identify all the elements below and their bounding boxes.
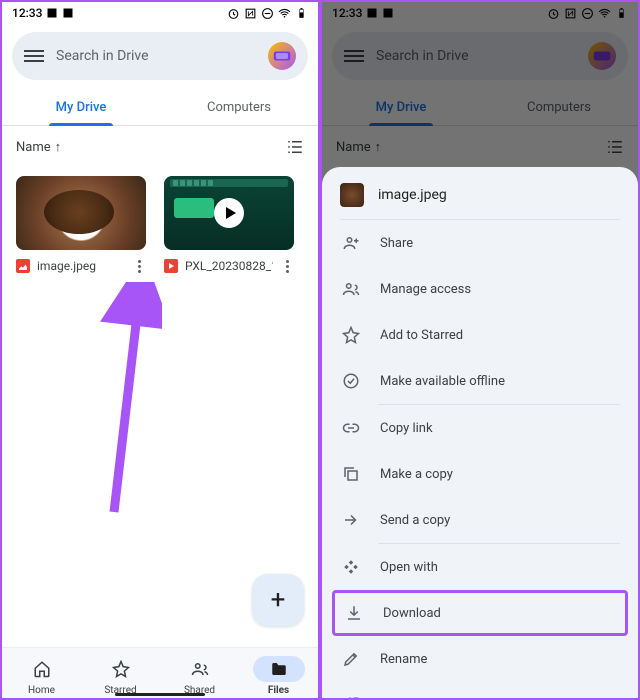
gesture-bar <box>115 693 205 696</box>
bottom-nav: Home Starred Shared Files <box>2 647 318 698</box>
nav-home[interactable]: Home <box>2 656 81 696</box>
screenshot-pair: 12:33 Search in Drive My Drive Computers <box>0 0 640 700</box>
search-bar[interactable]: Search in Drive <box>12 32 308 80</box>
annotation-arrow <box>92 282 162 522</box>
sheet-send-copy[interactable]: Send a copy <box>322 497 638 543</box>
menu-icon[interactable] <box>344 50 364 62</box>
sheet-manage-access[interactable]: Manage access <box>322 266 638 312</box>
video-file-icon <box>164 259 178 273</box>
download-icon <box>345 604 363 622</box>
folder-icon <box>270 660 288 678</box>
tab-computers[interactable]: Computers <box>480 88 638 125</box>
battery-icon <box>615 7 628 20</box>
sort-toggle[interactable]: Name ↑ <box>336 139 381 155</box>
file-item[interactable]: PXL_20230828_1321580… <box>164 176 294 273</box>
files-grid: image.jpeg PXL_20230828_1321580… <box>2 168 318 281</box>
sheet-add-starred[interactable]: Add to Starred <box>322 312 638 358</box>
wifi-icon <box>598 7 611 20</box>
status-time: 12:33 <box>332 6 362 20</box>
phone-left: 12:33 Search in Drive My Drive Computers <box>2 2 318 698</box>
people-icon <box>342 280 360 298</box>
sheet-copy-link[interactable]: Copy link <box>322 405 638 451</box>
nav-starred[interactable]: Starred <box>81 656 160 696</box>
list-header: Name ↑ <box>2 126 318 168</box>
image-file-icon <box>16 259 30 273</box>
copy-icon <box>342 465 360 483</box>
sort-arrow-icon: ↑ <box>375 139 382 155</box>
pencil-icon <box>342 650 360 668</box>
sheet-make-copy[interactable]: Make a copy <box>322 451 638 497</box>
wifi-icon <box>278 7 291 20</box>
search-placeholder: Search in Drive <box>376 48 576 64</box>
sort-arrow-icon: ↑ <box>55 139 62 155</box>
tab-my-drive[interactable]: My Drive <box>322 88 480 125</box>
file-name: image.jpeg <box>37 259 125 273</box>
dnd-icon <box>261 7 274 20</box>
nav-shared[interactable]: Shared <box>160 656 239 696</box>
sheet-title: image.jpeg <box>378 187 447 203</box>
star-icon <box>342 326 360 344</box>
nfc-icon <box>244 7 257 20</box>
more-options-icon[interactable] <box>132 260 146 273</box>
sort-label: Name <box>336 140 371 155</box>
offline-icon <box>342 372 360 390</box>
shortcut-icon <box>342 696 360 698</box>
play-icon <box>214 198 244 228</box>
fab-new[interactable]: + <box>252 574 304 626</box>
nav-files[interactable]: Files <box>239 656 318 696</box>
battery-icon <box>295 7 308 20</box>
people-icon <box>191 660 209 678</box>
status-app-icon <box>382 7 394 19</box>
sheet-share[interactable]: Share <box>322 220 638 266</box>
home-icon <box>33 660 51 678</box>
status-app-icon <box>46 7 58 19</box>
file-name: PXL_20230828_1321580… <box>185 259 273 273</box>
view-list-icon[interactable] <box>286 138 304 156</box>
status-app-icon <box>62 7 74 19</box>
search-bar[interactable]: Search in Drive <box>332 32 628 80</box>
sheet-offline[interactable]: Make available offline <box>322 358 638 404</box>
search-placeholder: Search in Drive <box>56 48 256 64</box>
account-avatar[interactable] <box>268 42 296 70</box>
file-thumbnail[interactable] <box>16 176 146 250</box>
tabs: My Drive Computers <box>322 88 638 126</box>
status-time: 12:33 <box>12 6 42 20</box>
dnd-icon <box>581 7 594 20</box>
file-thumbnail[interactable] <box>164 176 294 250</box>
view-list-icon[interactable] <box>606 138 624 156</box>
tab-computers[interactable]: Computers <box>160 88 318 125</box>
send-icon <box>342 511 360 529</box>
sort-label: Name <box>16 140 51 155</box>
status-bar: 12:33 <box>322 2 638 24</box>
sort-toggle[interactable]: Name ↑ <box>16 139 61 155</box>
star-icon <box>112 660 130 678</box>
sheet-open-with[interactable]: Open with <box>322 544 638 590</box>
alarm-icon <box>547 7 560 20</box>
status-bar: 12:33 <box>2 2 318 24</box>
alarm-icon <box>227 7 240 20</box>
tab-my-drive[interactable]: My Drive <box>2 88 160 125</box>
phone-right: 12:33 Search in Drive My Drive Computers <box>322 2 638 698</box>
sheet-rename[interactable]: Rename <box>322 636 638 682</box>
bottom-sheet: image.jpeg Share Manage access Add to St… <box>322 167 638 698</box>
sheet-add-shortcut[interactable]: Add shortcut to Drive <box>322 682 638 698</box>
more-options-icon[interactable] <box>280 260 294 273</box>
person-add-icon <box>342 234 360 252</box>
sheet-header: image.jpeg <box>322 167 638 219</box>
tabs: My Drive Computers <box>2 88 318 126</box>
status-app-icon <box>366 7 378 19</box>
list-header: Name ↑ <box>322 126 638 168</box>
sheet-download[interactable]: Download <box>332 590 628 636</box>
link-icon <box>342 419 360 437</box>
account-avatar[interactable] <box>588 42 616 70</box>
menu-icon[interactable] <box>24 50 44 62</box>
nfc-icon <box>564 7 577 20</box>
file-item[interactable]: image.jpeg <box>16 176 146 273</box>
apps-icon <box>342 558 360 576</box>
sheet-thumbnail <box>340 183 364 207</box>
